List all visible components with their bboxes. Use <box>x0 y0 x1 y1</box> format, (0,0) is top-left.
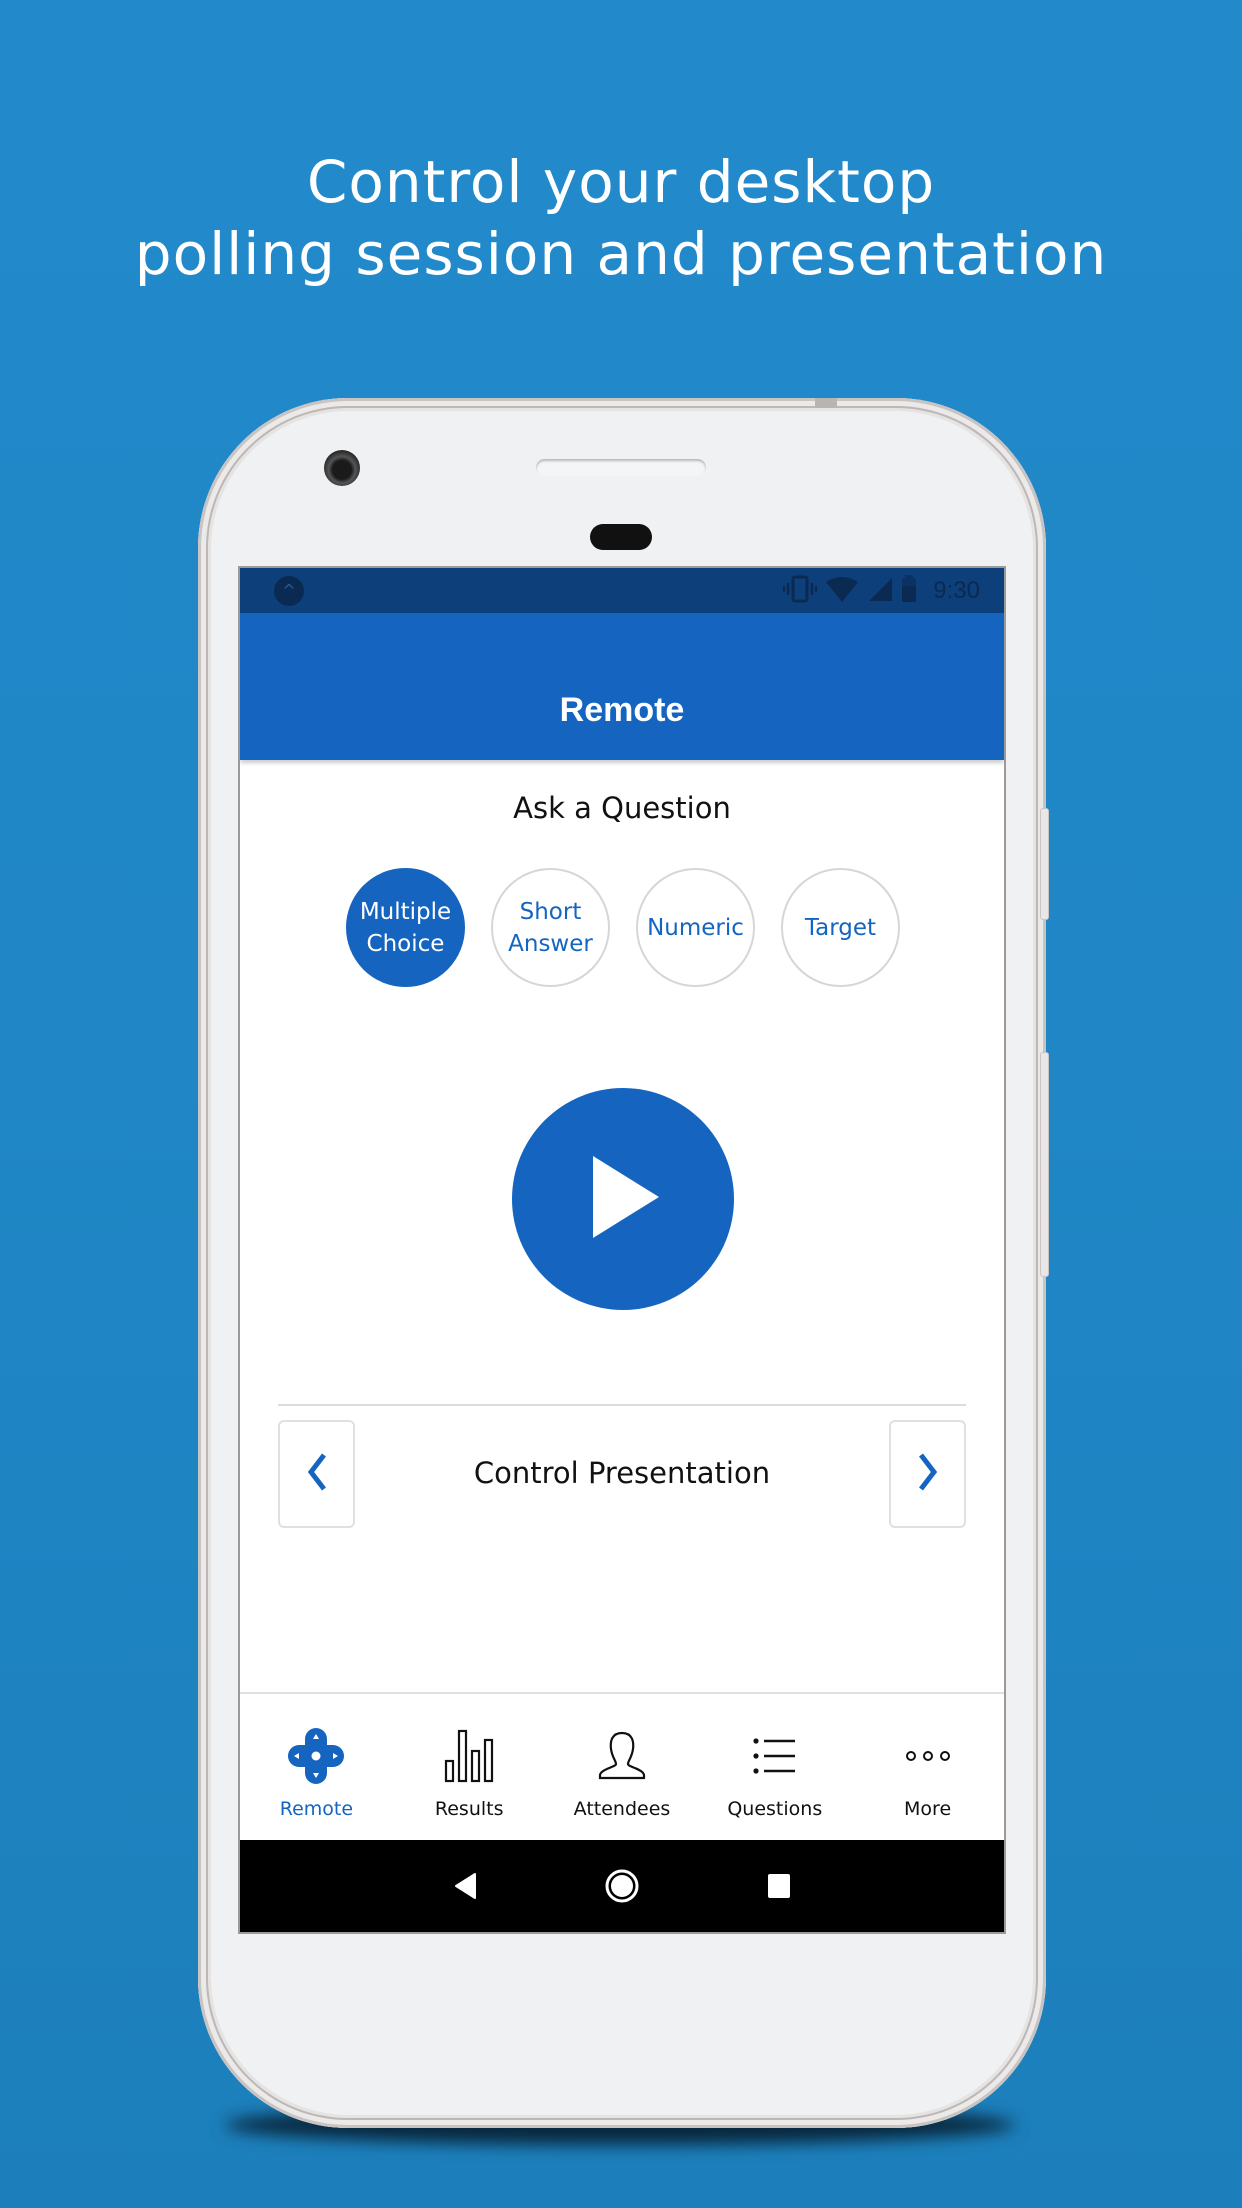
phone-screen: ^ 9:30 Remote Ask a Question Multiple Ch… <box>238 566 1006 1934</box>
chevron-right-icon <box>917 1452 939 1496</box>
phone-power-button <box>1040 808 1049 920</box>
tab-label: Questions <box>727 1798 823 1820</box>
recents-icon[interactable] <box>767 1873 791 1899</box>
tab-more[interactable]: More <box>851 1694 1004 1840</box>
page-title: Remote <box>559 691 685 729</box>
front-camera-icon <box>324 450 360 486</box>
status-bar: ^ 9:30 <box>240 568 1004 613</box>
headline-line-1: Control your desktop <box>306 148 936 216</box>
tab-label: Attendees <box>573 1798 671 1820</box>
status-time: 9:30 <box>933 576 980 604</box>
ask-question-title: Ask a Question <box>513 791 731 825</box>
question-type-target[interactable]: Target <box>781 868 900 987</box>
bar-chart-icon <box>434 1726 504 1786</box>
person-icon <box>587 1726 657 1786</box>
next-slide-button[interactable] <box>889 1420 966 1528</box>
phone-antenna-band <box>815 398 837 408</box>
status-icons: 9:30 <box>783 568 980 613</box>
tab-label: More <box>904 1798 952 1820</box>
caret-up-icon: ^ <box>274 576 304 606</box>
list-icon <box>740 1726 810 1786</box>
phone-volume-button <box>1040 1052 1049 1277</box>
cellular-signal-icon <box>867 576 893 606</box>
play-icon <box>583 1152 663 1246</box>
vibrate-icon <box>783 575 818 607</box>
tab-attendees[interactable]: Attendees <box>546 1694 699 1840</box>
more-horizontal-icon <box>893 1726 963 1786</box>
home-icon[interactable] <box>604 1868 640 1904</box>
question-type-multiple-choice[interactable]: Multiple Choice <box>346 868 465 987</box>
back-icon[interactable] <box>453 1872 477 1900</box>
tab-label: Results <box>434 1798 504 1820</box>
wifi-icon <box>825 575 859 607</box>
question-type-numeric[interactable]: Numeric <box>636 868 755 987</box>
dpad-icon <box>281 1726 351 1786</box>
earpiece-speaker <box>536 459 706 476</box>
question-type-selector: Multiple Choice Short Answer Numeric Targe… <box>346 868 900 987</box>
section-divider <box>278 1404 966 1406</box>
tab-label: Remote <box>279 1798 354 1820</box>
headline: Control your desktop polling session and… <box>0 146 1242 290</box>
tab-questions[interactable]: Questions <box>698 1694 851 1840</box>
bottom-tab-bar: Remote Results Attendees Questions More <box>240 1692 1004 1840</box>
tab-remote[interactable]: Remote <box>240 1694 393 1840</box>
proximity-sensor <box>590 524 652 550</box>
battery-icon <box>901 574 917 607</box>
start-poll-button[interactable] <box>512 1088 734 1310</box>
tab-results[interactable]: Results <box>393 1694 546 1840</box>
headline-line-2: polling session and presentation <box>134 220 1108 288</box>
system-navigation-bar <box>240 1840 1004 1932</box>
question-type-short-answer[interactable]: Short Answer <box>491 868 610 987</box>
app-bar: Remote <box>240 613 1004 760</box>
